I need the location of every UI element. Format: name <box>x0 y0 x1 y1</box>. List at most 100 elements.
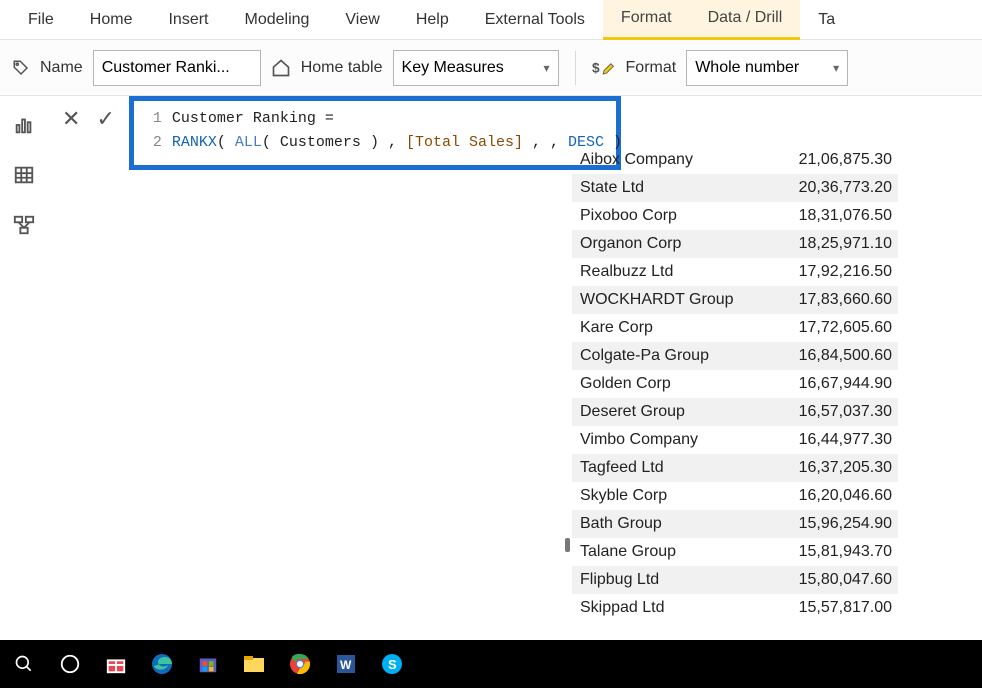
table-row[interactable]: Bath Group15,96,254.90 <box>572 510 898 538</box>
table-row[interactable]: Skippad Ltd15,57,817.00 <box>572 594 898 622</box>
chrome-icon[interactable] <box>286 650 314 678</box>
home-table-label: Home table <box>301 59 383 77</box>
customer-name: Realbuzz Ltd <box>572 263 782 281</box>
table-row[interactable]: Pixoboo Corp18,31,076.50 <box>572 202 898 230</box>
format-bar: Name Home table Key Measures ▾ $ Format … <box>0 40 982 96</box>
measure-name-input[interactable] <box>93 50 261 86</box>
args: ( Customers ) , <box>262 134 406 151</box>
ribbon-tabs: FileHomeInsertModelingViewHelpExternal T… <box>0 0 982 40</box>
sales-value: 16,37,205.30 <box>782 459 898 477</box>
customer-name: Vimbo Company <box>572 431 782 449</box>
ribbon-tab-file[interactable]: File <box>10 0 72 40</box>
sales-value: 16,67,944.90 <box>782 375 898 393</box>
customer-name: Skippad Ltd <box>572 599 782 617</box>
formula-commit-icon[interactable]: ✓ <box>96 106 114 132</box>
ribbon-tab-format[interactable]: Format <box>603 0 690 40</box>
table-row[interactable]: Flipbug Ltd15,80,047.60 <box>572 566 898 594</box>
table-row[interactable]: Skyble Corp16,20,046.60 <box>572 482 898 510</box>
sales-value: 15,80,047.60 <box>782 571 898 589</box>
line-number: 2 <box>146 131 162 155</box>
chevron-down-icon: ▾ <box>833 61 839 75</box>
paren: ( <box>217 134 235 151</box>
svg-text:S: S <box>388 657 397 672</box>
customer-name: Flipbug Ltd <box>572 571 782 589</box>
ribbon-tab-external-tools[interactable]: External Tools <box>467 0 603 40</box>
store-icon[interactable] <box>194 650 222 678</box>
customer-name: Bath Group <box>572 515 782 533</box>
sales-value: 18,25,971.10 <box>782 235 898 253</box>
name-label: Name <box>40 59 83 77</box>
format-label: Format <box>626 59 677 77</box>
edge-icon[interactable] <box>148 650 176 678</box>
table-row[interactable]: Deseret Group16,57,037.30 <box>572 398 898 426</box>
customer-name: Kare Corp <box>572 319 782 337</box>
gift-icon[interactable] <box>102 650 130 678</box>
customer-name: WOCKHARDT Group <box>572 291 782 309</box>
args: , , <box>523 134 568 151</box>
search-icon[interactable] <box>10 650 38 678</box>
ribbon-tab-help[interactable]: Help <box>398 0 467 40</box>
explorer-icon[interactable] <box>240 650 268 678</box>
sales-value: 17,72,605.60 <box>782 319 898 337</box>
skype-icon[interactable]: S <box>378 650 406 678</box>
table-visual[interactable]: Aibox Company21,06,875.30State Ltd20,36,… <box>572 146 898 622</box>
table-row[interactable]: Organon Corp18,25,971.10 <box>572 230 898 258</box>
ribbon-tab-data-drill[interactable]: Data / Drill <box>690 0 801 40</box>
table-row[interactable]: Realbuzz Ltd17,92,216.50 <box>572 258 898 286</box>
report-canvas: ✕ ✓ 1 Customer Ranking = 2 RANKX( ALL( Cus… <box>48 96 982 640</box>
separator <box>575 51 576 85</box>
ribbon-tab-modeling[interactable]: Modeling <box>226 0 327 40</box>
sales-value: 17,83,660.60 <box>782 291 898 309</box>
cortana-icon[interactable] <box>56 650 84 678</box>
sales-value: 16,84,500.60 <box>782 347 898 365</box>
customer-name: Aibox Company <box>572 151 782 169</box>
model-view-icon[interactable] <box>13 214 35 236</box>
line-number: 1 <box>146 107 162 131</box>
sales-value: 20,36,773.20 <box>782 179 898 197</box>
formula-cancel-icon[interactable]: ✕ <box>62 106 80 132</box>
dax-fn: ALL <box>235 134 262 151</box>
customer-name: Colgate-Pa Group <box>572 347 782 365</box>
ribbon-tab-ta[interactable]: Ta <box>800 0 853 40</box>
ribbon-tab-home[interactable]: Home <box>72 0 151 40</box>
table-row[interactable]: Golden Corp16,67,944.90 <box>572 370 898 398</box>
home-icon <box>271 58 291 78</box>
table-row[interactable]: Talane Group15,81,943.70 <box>572 538 898 566</box>
customer-name: Golden Corp <box>572 375 782 393</box>
svg-text:$: $ <box>592 60 600 75</box>
home-table-select[interactable]: Key Measures ▾ <box>393 50 559 86</box>
table-row[interactable]: State Ltd20,36,773.20 <box>572 174 898 202</box>
table-row[interactable]: WOCKHARDT Group17,83,660.60 <box>572 286 898 314</box>
table-row[interactable]: Colgate-Pa Group16,84,500.60 <box>572 342 898 370</box>
svg-text:W: W <box>340 658 352 672</box>
table-row[interactable]: Vimbo Company16,44,977.30 <box>572 426 898 454</box>
table-row[interactable]: Aibox Company21,06,875.30 <box>572 146 898 174</box>
customer-name: Tagfeed Ltd <box>572 459 782 477</box>
format-select[interactable]: Whole number ▾ <box>686 50 848 86</box>
sales-value: 16,57,037.30 <box>782 403 898 421</box>
ribbon-tab-insert[interactable]: Insert <box>150 0 226 40</box>
formula-editor[interactable]: 1 Customer Ranking = 2 RANKX( ALL( Custome… <box>129 96 621 170</box>
report-view-icon[interactable] <box>13 114 35 136</box>
customer-name: Deseret Group <box>572 403 782 421</box>
sales-value: 18,31,076.50 <box>782 207 898 225</box>
sales-value: 15,81,943.70 <box>782 543 898 561</box>
customer-name: Talane Group <box>572 543 782 561</box>
chevron-down-icon: ▾ <box>543 61 549 75</box>
dax-fn: RANKX <box>172 134 217 151</box>
word-icon[interactable]: W <box>332 650 360 678</box>
windows-taskbar: W S <box>0 640 982 688</box>
customer-name: State Ltd <box>572 179 782 197</box>
formula-text: Customer Ranking = <box>172 110 334 127</box>
data-view-icon[interactable] <box>13 164 35 186</box>
sales-value: 17,92,216.50 <box>782 263 898 281</box>
sales-value: 16,20,046.60 <box>782 487 898 505</box>
sales-value: 16,44,977.30 <box>782 431 898 449</box>
ribbon-tab-view[interactable]: View <box>327 0 397 40</box>
dax-field: [Total Sales] <box>406 134 523 151</box>
tag-icon <box>12 59 30 77</box>
table-row[interactable]: Kare Corp17,72,605.60 <box>572 314 898 342</box>
scrollbar-thumb[interactable] <box>565 538 570 552</box>
sales-value: 15,96,254.90 <box>782 515 898 533</box>
table-row[interactable]: Tagfeed Ltd16,37,205.30 <box>572 454 898 482</box>
